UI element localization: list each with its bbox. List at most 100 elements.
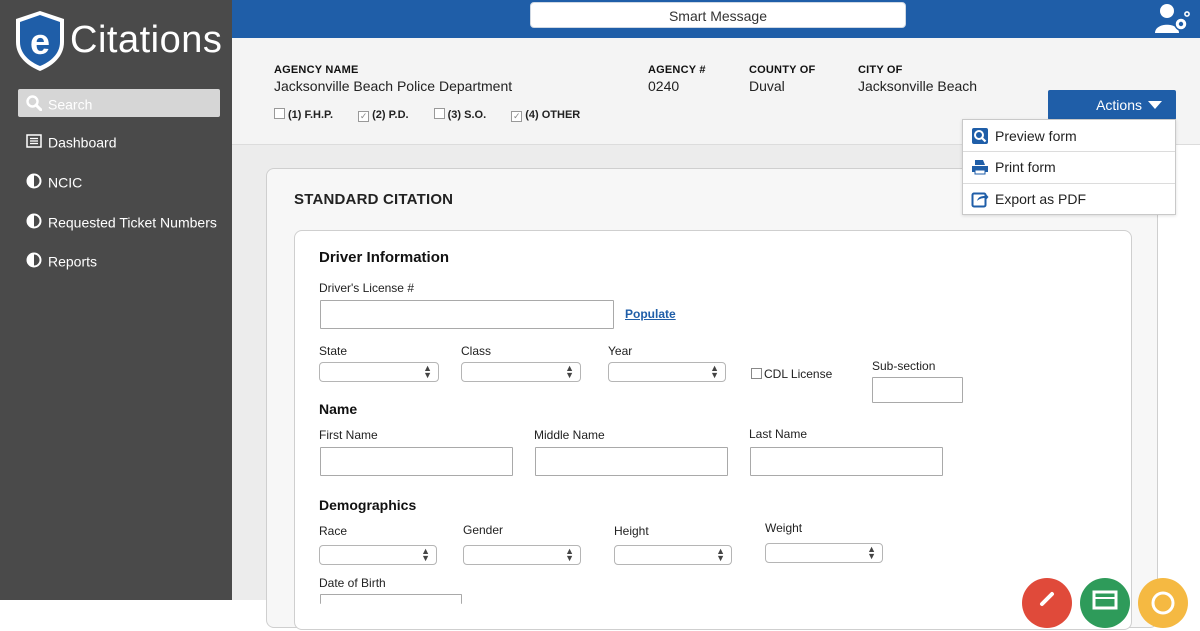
- county-value: Duval: [749, 78, 785, 94]
- year-label: Year: [608, 344, 633, 358]
- sidebar-item-reports[interactable]: Reports: [18, 246, 220, 274]
- half-circle-icon: [26, 252, 42, 268]
- sidebar-item-dashboard[interactable]: Dashboard: [18, 127, 220, 155]
- middle-name-label: Middle Name: [534, 428, 605, 442]
- menu-item-preview-form[interactable]: Preview form: [963, 120, 1175, 152]
- last-name-label: Last Name: [749, 427, 808, 441]
- select-arrows-icon: ▲ ▼: [565, 546, 574, 563]
- city-label: CITY OF: [858, 64, 903, 76]
- checkbox-so[interactable]: (3) S.O.: [433, 108, 487, 121]
- status-fab-button[interactable]: [1138, 578, 1188, 628]
- select-arrows-icon: ▲ ▼: [565, 363, 574, 380]
- sidebar-item-label: Reports: [48, 253, 98, 270]
- cdl-license-label: CDL License: [764, 367, 833, 381]
- select-arrows-icon: ▲ ▼: [421, 546, 430, 563]
- checkbox-box-checked[interactable]: ✓: [358, 111, 370, 122]
- gender-select[interactable]: ▲ ▼: [463, 545, 581, 565]
- cdl-license-checkbox[interactable]: CDL License: [751, 367, 832, 381]
- checkbox-pd[interactable]: ✓ (2) P.D.: [358, 109, 409, 122]
- actions-label: Actions: [1096, 97, 1142, 113]
- checkbox-box[interactable]: [433, 108, 445, 119]
- export-icon: [971, 192, 989, 208]
- last-name-input[interactable]: [750, 447, 943, 476]
- checkbox-label: (1) F.H.P.: [288, 109, 334, 121]
- middle-name-input[interactable]: [535, 447, 728, 476]
- actions-dropdown-menu: Preview form Print form Export as PDF: [962, 119, 1176, 215]
- sidebar-item-ncic[interactable]: NCIC: [18, 167, 220, 195]
- agency-name: AGENCY NAME Jacksonville Beach Police De…: [274, 64, 512, 94]
- form-fab-button[interactable]: [1080, 578, 1130, 628]
- year-select[interactable]: ▲ ▼: [608, 362, 726, 382]
- sub-section-input[interactable]: [872, 377, 963, 403]
- checkbox-box-checked[interactable]: ✓: [511, 111, 523, 122]
- checkbox-label: (2) P.D.: [372, 109, 409, 121]
- back-fab-button[interactable]: [1022, 578, 1072, 628]
- state-label: State: [319, 344, 348, 358]
- svg-text:e: e: [30, 21, 50, 62]
- agency-number: AGENCY # 0240: [648, 64, 706, 94]
- list-icon: [1092, 590, 1118, 610]
- smart-message-button[interactable]: Smart Message: [530, 2, 906, 28]
- half-circle-icon: [26, 213, 42, 229]
- populate-link[interactable]: Populate: [625, 307, 676, 321]
- date-of-birth-input[interactable]: [320, 594, 462, 604]
- shield-logo-icon: e: [16, 11, 64, 71]
- gender-label: Gender: [463, 523, 504, 537]
- county-label: COUNTY OF: [749, 64, 816, 76]
- weight-select[interactable]: ▲ ▼: [765, 543, 883, 563]
- race-label: Race: [319, 524, 348, 538]
- date-of-birth-label: Date of Birth: [319, 576, 386, 590]
- app-logo: e Citations: [14, 8, 224, 74]
- race-select[interactable]: ▲ ▼: [319, 545, 437, 565]
- agency-type-checkboxes: (1) F.H.P. ✓ (2) P.D. (3) S.O. ✓ (4) OTHER: [274, 108, 602, 122]
- sidebar: e Citations Search Dashboard NCIC Reques…: [0, 0, 232, 600]
- menu-item-label: Print form: [995, 159, 1056, 175]
- checkbox-label: (4) OTHER: [525, 109, 581, 121]
- select-arrows-icon: ▲ ▼: [710, 363, 719, 380]
- drivers-license-input[interactable]: [320, 300, 614, 329]
- select-arrows-icon: ▲ ▼: [423, 363, 432, 380]
- user-settings-icon[interactable]: [1154, 2, 1190, 34]
- select-arrows-icon: ▲ ▼: [867, 544, 876, 561]
- height-label: Height: [614, 524, 649, 538]
- sidebar-item-label: Dashboard: [48, 134, 117, 151]
- weight-label: Weight: [765, 521, 803, 535]
- name-heading: Name: [319, 401, 358, 417]
- checkbox-box[interactable]: [274, 108, 285, 119]
- drivers-license-label: Driver's License #: [319, 281, 414, 295]
- top-bar: Smart Message: [232, 0, 1200, 38]
- first-name-input[interactable]: [320, 447, 513, 476]
- menu-item-export-pdf[interactable]: Export as PDF: [963, 183, 1175, 215]
- sidebar-item-label: Search: [48, 96, 93, 113]
- menu-item-print-form[interactable]: Print form: [963, 151, 1175, 183]
- checkbox-box[interactable]: [751, 368, 762, 379]
- agency-number-value: 0240: [648, 78, 680, 94]
- agency-number-label: AGENCY #: [648, 64, 706, 76]
- half-circle-icon: [26, 173, 42, 189]
- actions-button[interactable]: Actions: [1048, 90, 1176, 120]
- checkbox-other[interactable]: ✓ (4) OTHER: [511, 109, 580, 122]
- driver-information-heading: Driver Information: [319, 249, 450, 266]
- city: CITY OF Jacksonville Beach: [858, 64, 977, 94]
- height-select[interactable]: ▲ ▼: [614, 545, 732, 565]
- sidebar-item-requested-ticket-numbers[interactable]: Requested Ticket Numbers: [18, 207, 220, 235]
- sidebar-item-label: Requested Ticket Numbers: [48, 214, 217, 231]
- dashboard-icon: [26, 134, 42, 148]
- driver-form: [294, 230, 1132, 630]
- class-label: Class: [461, 344, 492, 358]
- search-icon: [26, 95, 42, 111]
- city-value: Jacksonville Beach: [858, 78, 978, 94]
- agency-name-value: Jacksonville Beach Police Department: [274, 78, 513, 94]
- sidebar-item-search[interactable]: Search: [18, 89, 220, 117]
- app-logo-text: Citations: [70, 19, 223, 61]
- class-select[interactable]: ▲ ▼: [461, 362, 581, 382]
- select-arrows-icon: ▲ ▼: [716, 546, 725, 563]
- checkbox-fhp[interactable]: (1) F.H.P.: [274, 108, 333, 121]
- checkbox-label: (3) S.O.: [447, 109, 487, 121]
- circle-icon: [1151, 591, 1175, 615]
- preview-icon: [972, 128, 988, 144]
- demographics-heading: Demographics: [319, 497, 417, 513]
- back-icon: [1040, 592, 1054, 606]
- first-name-label: First Name: [319, 428, 378, 442]
- state-select[interactable]: ▲ ▼: [319, 362, 439, 382]
